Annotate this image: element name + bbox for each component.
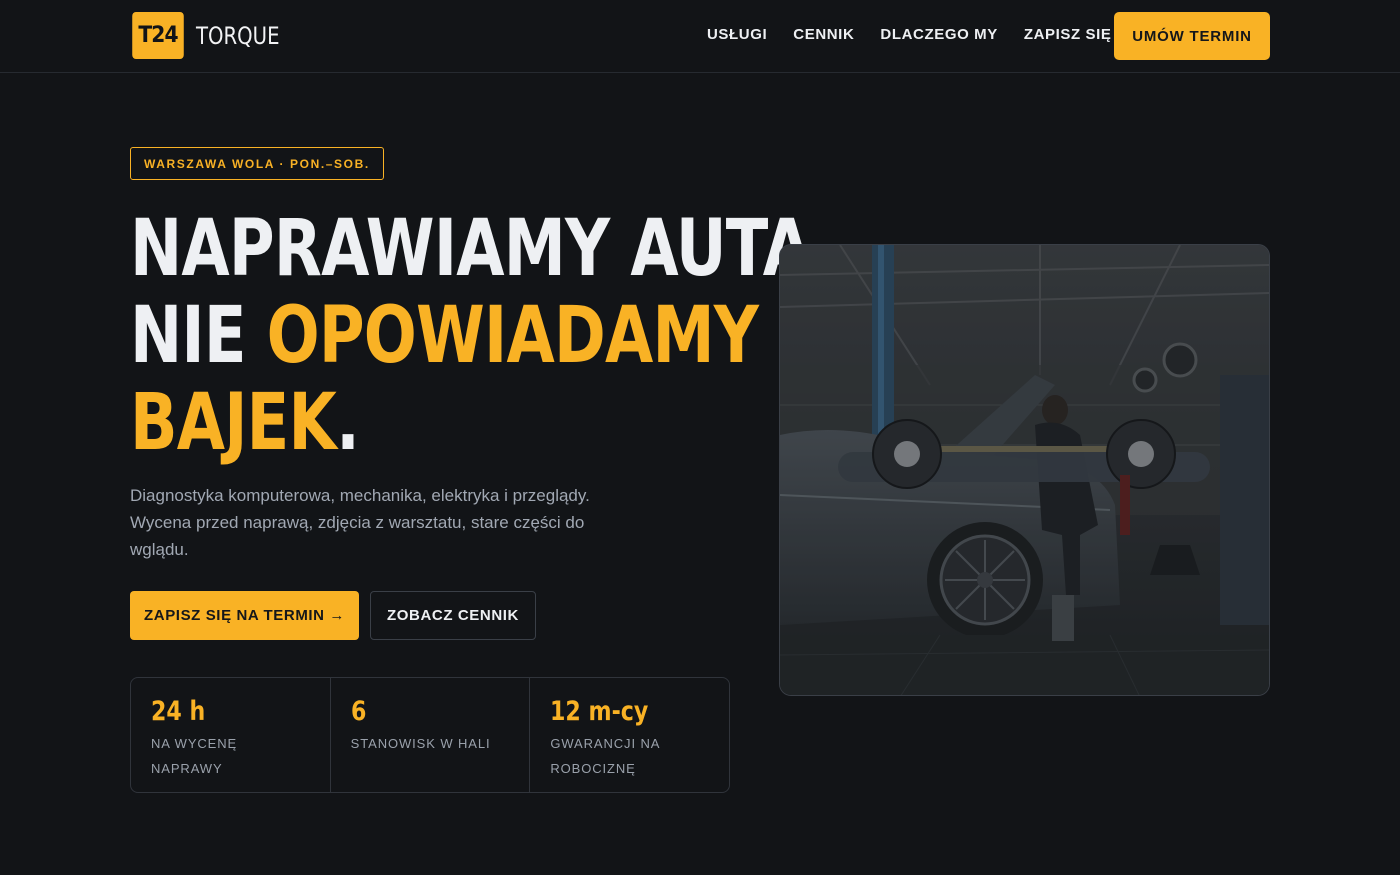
book-appointment-button[interactable]: UMÓW TERMIN — [1114, 12, 1270, 60]
stat-item: 6 STANOWISK W HALI — [331, 678, 531, 792]
site-header: T24 TORQUE USŁUGI CENNIK DLACZEGO MY ZAP… — [0, 0, 1400, 73]
stat-label: GWARANCJI NA ROBOCIZNĘ — [550, 736, 660, 776]
stat-label: STANOWISK W HALI — [350, 736, 491, 751]
logo-text: TORQUE — [196, 21, 280, 50]
stat-value: 12 m-cy — [550, 696, 649, 727]
nav-item-uslugi[interactable]: USŁUGI — [707, 26, 767, 43]
stat-item: 12 m-cy GWARANCJI NA ROBOCIZNĘ — [530, 678, 729, 792]
stat-label: NA WYCENĘ NAPRAWY — [151, 736, 238, 776]
workshop-photo — [779, 244, 1270, 696]
nav-item-zapisz-sie[interactable]: ZAPISZ SIĘ — [1024, 26, 1112, 43]
headline-line-3-plain: . — [336, 378, 360, 468]
stat-value: 6 — [350, 696, 367, 727]
hero-headline: NAPRAWIAMY AUTA, NIE OPOWIADAMY BAJEK. — [130, 206, 835, 468]
workshop-illustration — [780, 245, 1269, 695]
headline-line-2-plain: NIE — [130, 291, 267, 381]
headline-line-1: NAPRAWIAMY AUTA, — [130, 204, 835, 294]
headline-line-2-accent: OPOWIADAMY — [266, 291, 759, 381]
stat-item: 24 h NA WYCENĘ NAPRAWY — [131, 678, 331, 792]
headline-line-3-accent: BAJEK — [130, 378, 337, 468]
main-nav: USŁUGI CENNIK DLACZEGO MY ZAPISZ SIĘ — [707, 26, 1138, 43]
see-pricing-button[interactable]: ZOBACZ CENNIK — [370, 591, 536, 640]
nav-item-cennik[interactable]: CENNIK — [793, 26, 854, 43]
nav-item-dlaczego-my[interactable]: DLACZEGO MY — [880, 26, 997, 43]
location-tag: WARSZAWA WOLA · PON.–SOB. — [130, 147, 384, 180]
logo[interactable]: T24 TORQUE — [130, 12, 298, 59]
stats-panel: 24 h NA WYCENĘ NAPRAWY 6 STANOWISK W HAL… — [130, 677, 730, 793]
stat-value: 24 h — [151, 696, 206, 727]
hero-lead: Diagnostyka komputerowa, mechanika, elek… — [130, 486, 590, 559]
book-term-button[interactable]: ZAPISZ SIĘ NA TERMIN → — [130, 591, 359, 640]
logo-badge: T24 — [132, 12, 184, 59]
